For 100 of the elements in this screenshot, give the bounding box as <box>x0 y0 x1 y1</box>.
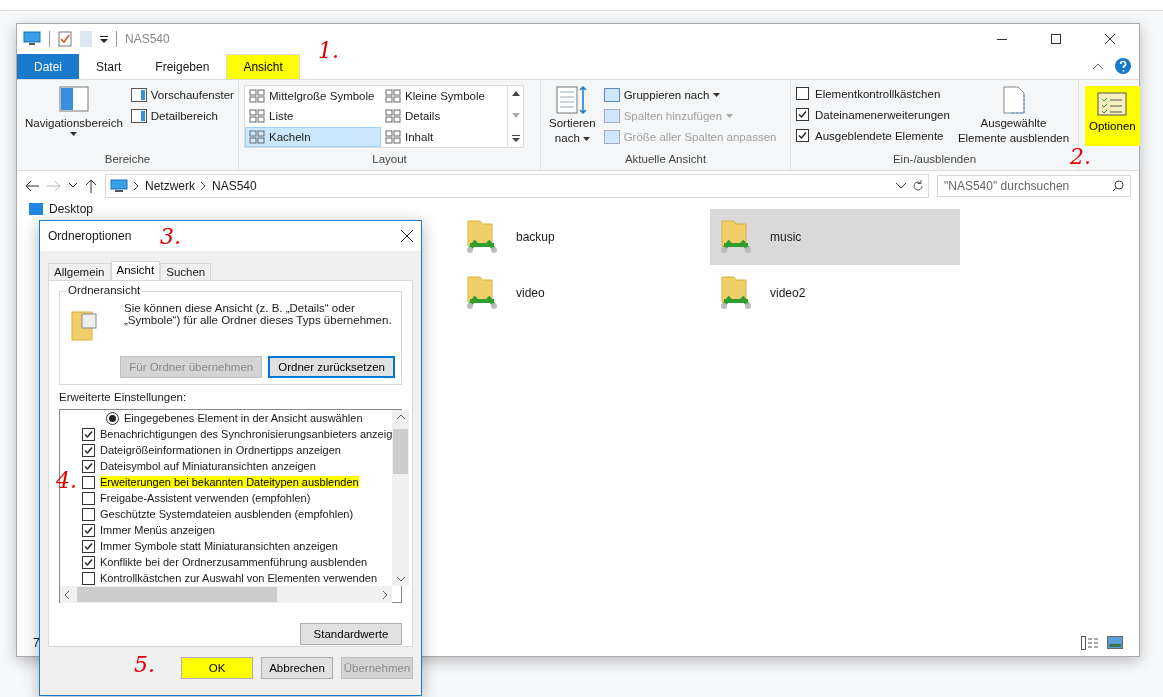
setting-label[interactable]: Eingegebenes Element in der Ansicht auswählen <box>124 412 363 424</box>
address-bar[interactable]: Netzwerk NAS540 <box>105 174 929 198</box>
columns-icon <box>603 88 620 102</box>
checkbox[interactable] <box>82 507 95 521</box>
view-option-button[interactable]: Gruppieren nach <box>603 86 721 104</box>
layout-option[interactable]: Liste <box>245 106 381 127</box>
details-view-icon[interactable] <box>1081 636 1099 650</box>
handwritten-step-number: 2. <box>1070 146 1091 168</box>
dialog-tab[interactable]: Allgemein <box>48 263 111 280</box>
scroll-up-icon[interactable] <box>511 90 520 96</box>
properties-icon[interactable] <box>58 31 72 47</box>
setting-label[interactable]: Immer Symbole statt Miniaturansichten anzeigen <box>100 540 338 552</box>
handwritten-step-number: 4. <box>56 470 77 492</box>
search-field[interactable]: "NAS540" durchsuchen <box>937 175 1131 197</box>
dialog-tab[interactable]: Suchen <box>160 263 212 280</box>
checkbox[interactable] <box>82 475 95 489</box>
layout-option[interactable]: Details <box>381 106 507 127</box>
setting-label[interactable]: Immer Menüs anzeigen <box>100 524 215 536</box>
setting-label[interactable]: Dateigrößeinformationen in Ordnertipps anzeigen <box>100 444 341 456</box>
nav-item[interactable]: Desktop <box>49 202 94 216</box>
radio-button[interactable] <box>106 411 119 425</box>
dialog-button[interactable]: OK <box>181 657 253 679</box>
section-label: Erweiterte Einstellungen: <box>59 391 188 403</box>
recent-locations-icon[interactable] <box>69 183 77 189</box>
checkbox[interactable] <box>82 443 95 457</box>
navigation-pane-button[interactable]: Navigationsbereich <box>22 83 126 151</box>
options-button[interactable]: Optionen <box>1085 86 1140 146</box>
pane-layout-icon <box>130 88 147 102</box>
window-title: NAS540 <box>125 32 171 46</box>
setting-label[interactable]: Geschützte Systemdateien ausblenden (empfohlen) <box>100 508 354 520</box>
up-icon[interactable] <box>85 179 97 193</box>
refresh-icon[interactable] <box>912 180 924 192</box>
desktop-icon <box>29 203 43 215</box>
horizontal-scrollbar[interactable] <box>60 586 393 603</box>
scrollbar-thumb[interactable] <box>77 587 277 602</box>
customize-toolbar-icon[interactable] <box>100 35 108 43</box>
vertical-scrollbar[interactable] <box>392 410 410 586</box>
folder-tile[interactable]: backup <box>456 209 706 265</box>
scroll-left-icon[interactable] <box>64 590 69 599</box>
checkbox[interactable] <box>796 108 809 121</box>
collapse-ribbon-icon[interactable] <box>1093 63 1103 69</box>
folder-tile[interactable]: video2 <box>710 265 960 321</box>
setting-label[interactable]: Dateisymbol auf Miniaturansichten anzeigen <box>100 460 316 472</box>
breadcrumb[interactable]: Netzwerk <box>145 179 195 193</box>
setting-label[interactable]: Benachrichtigungen des Synchronisierungsanbieters anzeig <box>100 428 393 440</box>
checkbox-label[interactable]: Ausgeblendete Elemente <box>815 129 944 142</box>
checkbox[interactable] <box>796 87 809 100</box>
sort-list-icon <box>555 85 590 115</box>
breadcrumb[interactable]: NAS540 <box>212 179 257 193</box>
scroll-down-icon[interactable] <box>396 577 405 582</box>
columns-icon <box>603 109 620 123</box>
hide-selected-button[interactable]: Ausgewählte Elemente ausblenden <box>954 83 1073 151</box>
scrollbar-thumb[interactable] <box>393 429 409 474</box>
checkbox[interactable] <box>796 129 809 142</box>
group-label: Ein-/ausblenden <box>892 152 977 167</box>
checkbox[interactable] <box>82 427 95 441</box>
pane-toggle-button[interactable]: Detailbereich <box>130 107 218 125</box>
layout-option[interactable]: Kleine Symbole <box>381 86 507 106</box>
view-grid-icon <box>249 109 265 124</box>
back-icon[interactable] <box>25 180 39 192</box>
dropdown-icon[interactable] <box>896 183 906 189</box>
ribbon-tab[interactable]: Freigeben <box>138 54 227 79</box>
ribbon-tab[interactable]: Datei <box>17 54 79 79</box>
sort-by-button[interactable]: Sortieren nach <box>546 83 599 151</box>
layout-option[interactable]: Mittelgroße Symbole <box>245 86 381 106</box>
checkbox[interactable] <box>82 523 95 537</box>
folder-tile[interactable]: video <box>456 265 706 321</box>
more-icon[interactable] <box>511 135 520 143</box>
setting-label[interactable]: Erweiterungen bei bekannten Dateitypen ausblenden <box>100 476 359 488</box>
status-text: 7 <box>33 636 40 650</box>
setting-label[interactable]: Freigabe-Assistent verwenden (empfohlen) <box>100 492 311 504</box>
checkbox-label[interactable]: Dateinamenerweiterungen <box>815 108 950 121</box>
checkbox[interactable] <box>82 491 95 505</box>
ribbon-tab[interactable]: Start <box>79 54 139 79</box>
scroll-right-icon[interactable] <box>383 590 389 599</box>
folder-view-button[interactable]: Ordner zurücksetzen <box>268 356 395 378</box>
columns-icon <box>603 130 620 144</box>
checkbox-label[interactable]: Elementkontrollkästchen <box>815 87 941 100</box>
ribbon-tab[interactable]: Ansicht <box>226 54 300 79</box>
scroll-up-icon[interactable] <box>396 414 405 419</box>
checklist-icon <box>1097 92 1128 116</box>
checkbox[interactable] <box>82 555 95 569</box>
checkbox[interactable] <box>82 539 95 553</box>
setting-label[interactable]: Konflikte bei der Ordnerzusammenführung ausblenden <box>100 556 368 568</box>
caret-icon <box>713 93 721 97</box>
view-grid-icon <box>385 109 401 124</box>
folder-tile[interactable]: music <box>710 209 960 265</box>
help-icon[interactable] <box>1115 58 1131 74</box>
setting-label[interactable]: Kontrollkästchen zur Auswahl von Elementen verwenden <box>100 572 377 584</box>
dialog-tab[interactable]: Ansicht <box>110 261 161 280</box>
close-icon[interactable] <box>401 230 413 242</box>
checkbox[interactable] <box>82 571 95 585</box>
pane-toggle-button[interactable]: Vorschaufenster <box>130 86 234 104</box>
checkbox[interactable] <box>82 459 95 473</box>
view-grid-icon <box>249 89 265 103</box>
layout-option[interactable]: Inhalt <box>381 126 507 147</box>
restore-defaults-button[interactable]: Standardwerte <box>300 623 402 645</box>
caret-icon <box>582 136 590 141</box>
layout-option[interactable]: Kacheln <box>245 126 381 147</box>
dialog-button[interactable]: Abbrechen <box>261 657 333 679</box>
